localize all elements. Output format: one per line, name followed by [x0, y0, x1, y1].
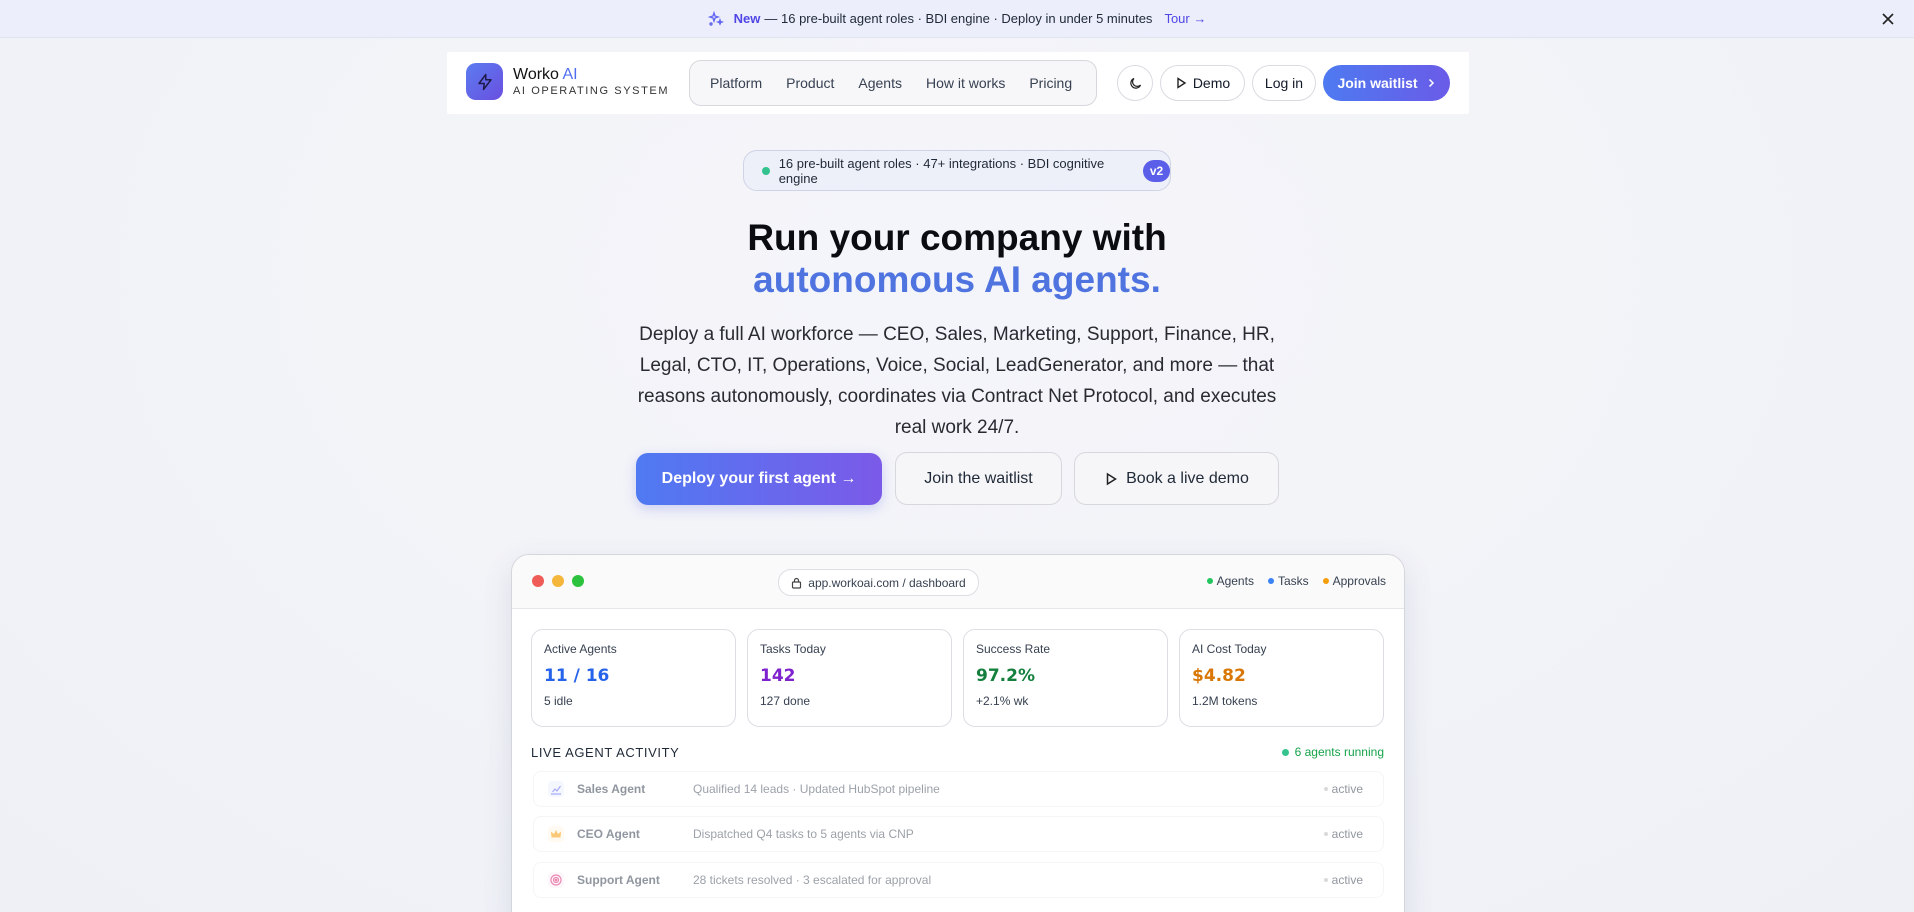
- login-button[interactable]: Log in: [1252, 65, 1316, 101]
- activity-agent-name: Support Agent: [577, 873, 660, 887]
- top-navigation: Worko AI AI OPERATING SYSTEM Platform Pr…: [447, 52, 1469, 114]
- chart-icon: [548, 781, 564, 797]
- stat-label: Active Agents: [544, 642, 617, 656]
- url-bar: app.workoai.com / dashboard: [778, 569, 979, 596]
- tour-link[interactable]: Tour →: [1164, 11, 1206, 26]
- close-icon[interactable]: [1878, 9, 1898, 29]
- join-waitlist-secondary-button[interactable]: Join the waitlist: [895, 452, 1062, 505]
- book-demo-label: Book a live demo: [1126, 469, 1249, 487]
- announcement-text: — 16 pre-built agent roles · BDI engine …: [764, 11, 1153, 26]
- join-waitlist-label: Join waitlist: [1337, 75, 1418, 91]
- activity-status: active: [1323, 873, 1363, 887]
- hero-title-line2: autonomous AI agents.: [753, 259, 1161, 300]
- activity-agent-name: CEO Agent: [577, 827, 640, 841]
- sparkles-icon: [707, 10, 724, 26]
- feature-badge: 16 pre-built agent roles · 47+ integrati…: [743, 150, 1171, 191]
- stat-label: AI Cost Today: [1192, 642, 1267, 656]
- activity-description: 28 tickets resolved · 3 escalated for ap…: [693, 873, 932, 887]
- dashboard-preview: app.workoai.com / dashboard Agents Tasks…: [511, 554, 1405, 912]
- agents-running-status: 6 agents running: [1281, 745, 1384, 759]
- lightning-icon: [477, 73, 492, 90]
- stat-value: 142: [760, 666, 796, 686]
- hero-title-line1: Run your company with: [747, 217, 1167, 258]
- activity-row[interactable]: CEO Agent Dispatched Q4 tasks to 5 agent…: [533, 816, 1384, 852]
- running-label: 6 agents running: [1294, 745, 1384, 759]
- legend-agents: Agents: [1206, 574, 1254, 588]
- stat-card-active-agents: Active Agents 11 / 16 5 idle: [531, 629, 736, 727]
- nav-item-pricing[interactable]: Pricing: [1017, 75, 1084, 91]
- window-close-dot: [532, 575, 544, 587]
- activity-title: LIVE AGENT ACTIVITY: [531, 745, 680, 760]
- badge-text: 16 pre-built agent roles · 47+ integrati…: [778, 155, 1105, 186]
- stat-card-ai-cost: AI Cost Today $4.82 1.2M tokens: [1179, 629, 1384, 727]
- dashboard-legend: Agents Tasks Approvals: [1206, 574, 1386, 588]
- running-dot: [1281, 748, 1289, 756]
- url-text: app.workoai.com / dashboard: [808, 575, 966, 590]
- brand-name: Worko: [513, 66, 559, 83]
- crown-icon: [548, 826, 564, 842]
- stat-sub: 127 done: [760, 694, 811, 708]
- stat-value: 11 / 16: [544, 666, 610, 686]
- logo[interactable]: [466, 63, 503, 100]
- status-dot: [762, 166, 770, 175]
- nav-item-agents[interactable]: Agents: [846, 75, 914, 91]
- target-icon: [548, 872, 564, 888]
- deploy-agent-button[interactable]: Deploy your first agent →: [636, 453, 882, 505]
- activity-status: active: [1323, 782, 1363, 796]
- join-waitlist-button[interactable]: Join waitlist: [1323, 65, 1450, 101]
- stat-value: 97.2%: [976, 666, 1035, 686]
- play-icon: [1106, 472, 1118, 485]
- activity-agent-name: Sales Agent: [577, 782, 646, 796]
- nav-item-product[interactable]: Product: [774, 75, 846, 91]
- activity-row[interactable]: Support Agent 28 tickets resolved · 3 es…: [533, 862, 1384, 898]
- stat-label: Tasks Today: [760, 642, 826, 656]
- stat-sub: 5 idle: [544, 694, 573, 708]
- nav-menu: Platform Product Agents How it works Pri…: [689, 60, 1097, 106]
- activity-status: active: [1323, 827, 1363, 841]
- legend-tasks: Tasks: [1267, 574, 1309, 588]
- lock-icon: [792, 577, 802, 589]
- activity-description: Qualified 14 leads · Updated HubSpot pip…: [693, 782, 940, 796]
- legend-approvals: Approvals: [1322, 574, 1386, 588]
- play-icon: [1177, 77, 1187, 89]
- stat-sub: 1.2M tokens: [1192, 694, 1258, 708]
- stat-card-success-rate: Success Rate 97.2% +2.1% wk: [963, 629, 1168, 727]
- demo-button[interactable]: Demo: [1160, 65, 1245, 101]
- activity-description: Dispatched Q4 tasks to 5 agents via CNP: [693, 827, 914, 841]
- moon-icon: [1129, 77, 1141, 89]
- stat-card-tasks-today: Tasks Today 142 127 done: [747, 629, 952, 727]
- nav-item-how-it-works[interactable]: How it works: [914, 75, 1017, 91]
- version-badge: v2: [1143, 159, 1171, 182]
- activity-row[interactable]: Sales Agent Qualified 14 leads · Updated…: [533, 771, 1384, 807]
- nav-item-platform[interactable]: Platform: [698, 75, 774, 91]
- brand[interactable]: Worko AI AI OPERATING SYSTEM: [513, 67, 669, 97]
- stat-sub: +2.1% wk: [976, 694, 1029, 708]
- chevron-right-icon: [1428, 78, 1434, 88]
- stat-label: Success Rate: [976, 642, 1051, 656]
- announcement-bar: New — 16 pre-built agent roles · BDI eng…: [0, 0, 1914, 38]
- announcement-new-label: New: [733, 11, 761, 26]
- demo-label: Demo: [1192, 75, 1231, 91]
- brand-ai: AI: [562, 66, 578, 83]
- window-maximize-dot: [572, 575, 584, 587]
- window-minimize-dot: [552, 575, 564, 587]
- hero-lead: Deploy a full AI workforce — CEO, Sales,…: [637, 324, 1277, 438]
- stat-value: $4.82: [1192, 666, 1246, 686]
- book-demo-button[interactable]: Book a live demo: [1074, 452, 1279, 505]
- window-titlebar: app.workoai.com / dashboard Agents Tasks…: [512, 555, 1404, 609]
- theme-toggle-button[interactable]: [1117, 65, 1153, 101]
- brand-subtitle: AI OPERATING SYSTEM: [513, 85, 670, 97]
